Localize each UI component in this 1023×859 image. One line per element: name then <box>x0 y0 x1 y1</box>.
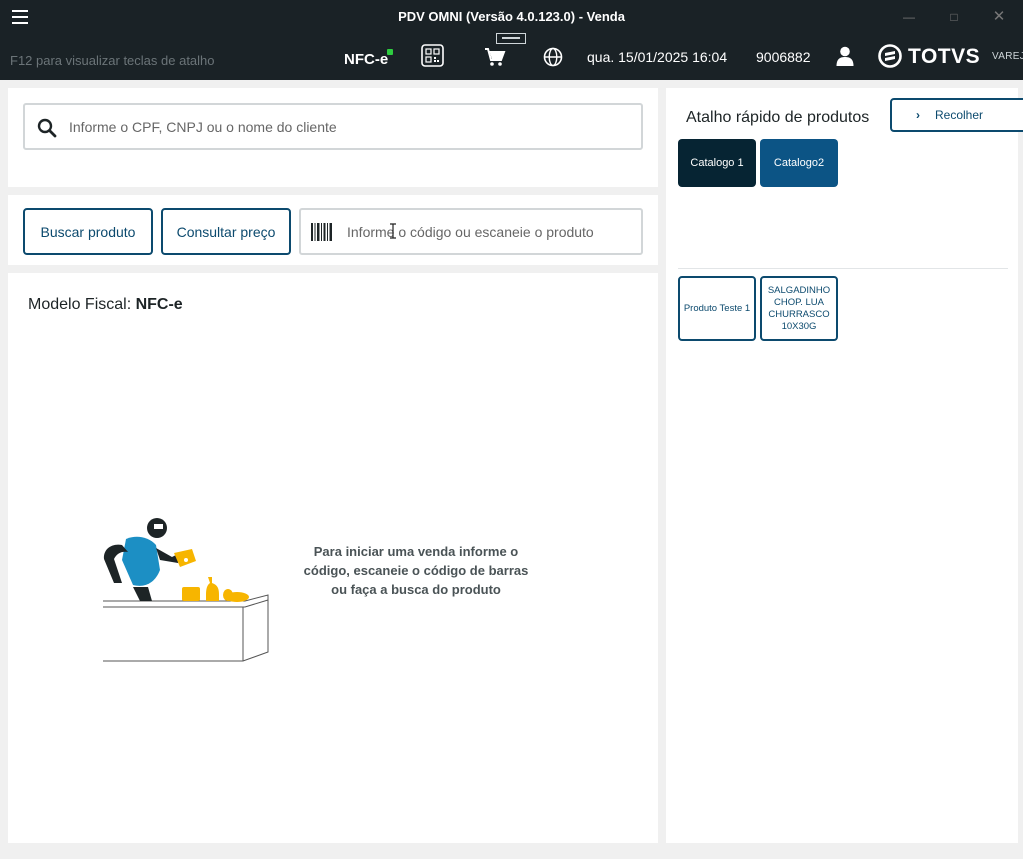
window-title: PDV OMNI (Versão 4.0.123.0) - Venda <box>398 9 625 24</box>
logo-text: TOTVS <box>908 45 981 68</box>
collapse-button[interactable]: › Recolher <box>890 98 1023 132</box>
fiscal-model-value: NFC-e <box>135 296 183 313</box>
product-code-field[interactable] <box>299 208 643 255</box>
barcode-icon <box>311 223 332 241</box>
chevron-right-icon: › <box>916 108 920 122</box>
cart-icon[interactable] <box>484 47 506 67</box>
check-price-button[interactable]: Consultar preço <box>161 208 291 255</box>
quick-products-title: Atalho rápido de produtos <box>686 109 870 126</box>
quick-products-panel <box>666 88 1018 843</box>
title-bar: PDV OMNI (Versão 4.0.123.0) - Venda — □ … <box>0 0 1023 34</box>
globe-icon[interactable] <box>543 47 563 67</box>
fiscal-model-badge: NFC-e <box>344 51 389 68</box>
header-bar: F12 para visualizar teclas de atalho NFC… <box>0 33 1023 80</box>
close-icon[interactable]: ✕ <box>988 7 1010 27</box>
fiscal-model-caption: Modelo Fiscal: <box>28 296 136 313</box>
terminal-id: 9006882 <box>756 49 811 65</box>
datetime: qua. 15/01/2025 16:04 <box>587 49 728 65</box>
user-icon[interactable] <box>836 46 854 67</box>
empty-cart-illustration <box>103 518 269 662</box>
fiscal-model-label: Modelo Fiscal: NFC-e <box>28 296 183 314</box>
logo-subtext: VAREJO <box>992 51 1023 62</box>
keyboard-icon[interactable] <box>496 33 526 44</box>
totvs-logo-icon <box>878 44 902 68</box>
search-icon <box>37 118 57 138</box>
text-cursor-icon <box>390 223 396 239</box>
catalog-button[interactable]: Catalogo2 <box>760 139 838 187</box>
section-divider <box>678 268 1008 269</box>
customer-search-input[interactable] <box>69 117 629 137</box>
minimize-icon[interactable]: — <box>898 7 920 27</box>
product-shortcut-button[interactable]: SALGADINHO CHOP. LUA CHURRASCO 10X30G <box>760 276 838 341</box>
maximize-icon[interactable]: □ <box>943 7 965 27</box>
catalog-button[interactable]: Catalogo 1 <box>678 139 756 187</box>
status-dot-icon <box>387 49 393 55</box>
shortcut-hint: F12 para visualizar teclas de atalho <box>10 53 215 68</box>
search-product-button[interactable]: Buscar produto <box>23 208 153 255</box>
collapse-label: Recolher <box>935 108 984 122</box>
product-shortcut-button[interactable]: Produto Teste 1 <box>678 276 756 341</box>
customer-search-field[interactable] <box>23 103 643 150</box>
empty-sale-message: Para iniciar uma venda informe o código,… <box>303 544 529 597</box>
qrcode-icon[interactable] <box>421 44 444 67</box>
